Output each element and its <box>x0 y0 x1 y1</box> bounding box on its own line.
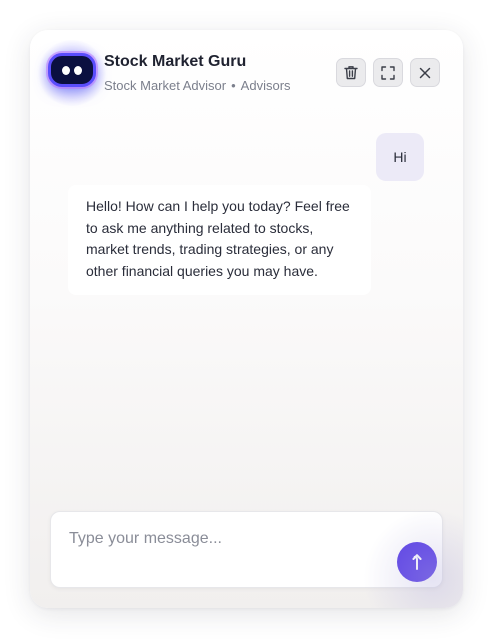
arrow-up-icon <box>412 554 422 570</box>
expand-icon <box>381 65 395 80</box>
expand-button[interactable] <box>373 58 403 87</box>
trash-icon <box>344 66 358 80</box>
avatar-eye-left <box>62 66 70 75</box>
subtitle-separator: • <box>231 78 236 93</box>
close-icon <box>419 67 431 78</box>
clear-chat-button[interactable] <box>336 58 366 87</box>
assistant-message-bubble: Hello! How can I help you today? Feel fr… <box>68 185 371 295</box>
avatar-eye-right <box>74 66 82 75</box>
chat-window: Stock Market Guru Stock Market Advisor • A… <box>30 30 463 608</box>
chat-header: Stock Market Guru Stock Market Advisor • A… <box>30 30 463 120</box>
assistant-subtitle: Stock Market Advisor • Advisors <box>104 78 291 93</box>
close-button[interactable] <box>410 58 440 87</box>
send-button[interactable] <box>397 542 437 582</box>
user-message-bubble: Hi <box>376 133 424 181</box>
bot-avatar-icon <box>48 53 96 87</box>
subtitle-role: Stock Market Advisor <box>104 78 227 93</box>
message-input[interactable] <box>69 528 379 550</box>
subtitle-category: Advisors <box>240 78 291 93</box>
message-composer <box>50 511 443 588</box>
assistant-title: Stock Market Guru <box>104 53 247 70</box>
